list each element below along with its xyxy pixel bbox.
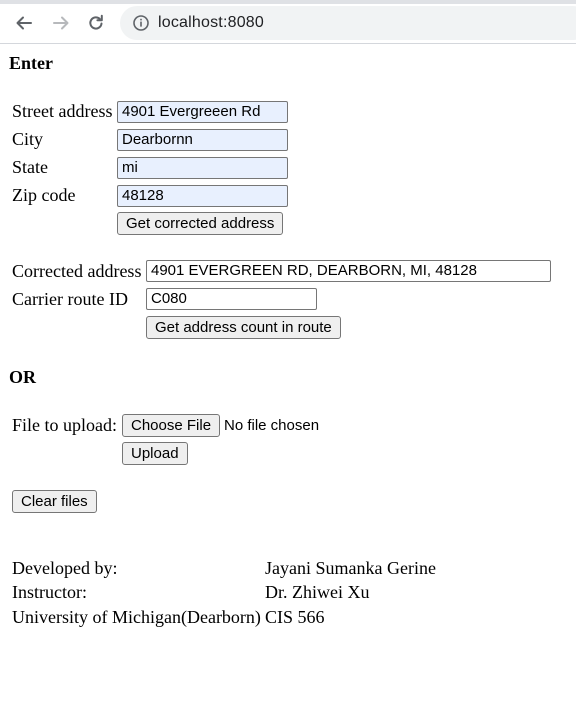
carrier-route-label: Carrier route ID: [12, 289, 128, 309]
no-file-chosen-text: No file chosen: [224, 417, 320, 434]
zip-label: Zip code: [12, 185, 76, 205]
university-label: University of Michigan(Dearborn): [12, 607, 261, 627]
street-address-input[interactable]: 4901 Evergreeen Rd: [117, 101, 288, 123]
file-upload-label: File to upload:: [12, 415, 117, 435]
course-code: CIS 566: [265, 607, 325, 627]
street-label: Street address: [12, 101, 113, 121]
corrected-address-field[interactable]: 4901 EVERGREEN RD, DEARBORN, MI, 48128: [146, 260, 551, 282]
clear-files-button[interactable]: Clear files: [12, 490, 97, 513]
corrected-address-label: Corrected address: [12, 261, 142, 281]
toolbar-divider: [0, 43, 576, 44]
city-input[interactable]: Dearbornn: [117, 129, 288, 151]
reload-icon: [89, 14, 103, 30]
choose-file-button[interactable]: Choose File: [122, 414, 221, 437]
zip-input[interactable]: 48128: [117, 185, 288, 207]
state-input[interactable]: mi: [117, 157, 288, 179]
url-text[interactable]: localhost:8080: [158, 14, 264, 32]
reload-button[interactable]: [84, 11, 108, 35]
developed-by-label: Developed by:: [12, 558, 118, 578]
upload-button[interactable]: Upload: [122, 442, 188, 465]
city-label: City: [12, 129, 44, 149]
instructor-label: Instructor:: [12, 582, 87, 602]
enter-heading: Enter: [9, 53, 53, 73]
or-heading: OR: [9, 367, 36, 387]
state-label: State: [12, 157, 48, 177]
get-address-count-button[interactable]: Get address count in route: [146, 316, 341, 339]
get-corrected-address-button[interactable]: Get corrected address: [117, 212, 284, 235]
forward-button[interactable]: [49, 11, 73, 35]
forward-arrow-icon: [53, 16, 69, 30]
site-info-icon[interactable]: [132, 14, 150, 32]
developer-name: Jayani Sumanka Gerine: [265, 558, 436, 578]
back-button[interactable]: [12, 11, 36, 35]
carrier-route-field[interactable]: C080: [146, 288, 317, 310]
back-arrow-icon: [16, 16, 32, 30]
instructor-name: Dr. Zhiwei Xu: [265, 582, 370, 602]
